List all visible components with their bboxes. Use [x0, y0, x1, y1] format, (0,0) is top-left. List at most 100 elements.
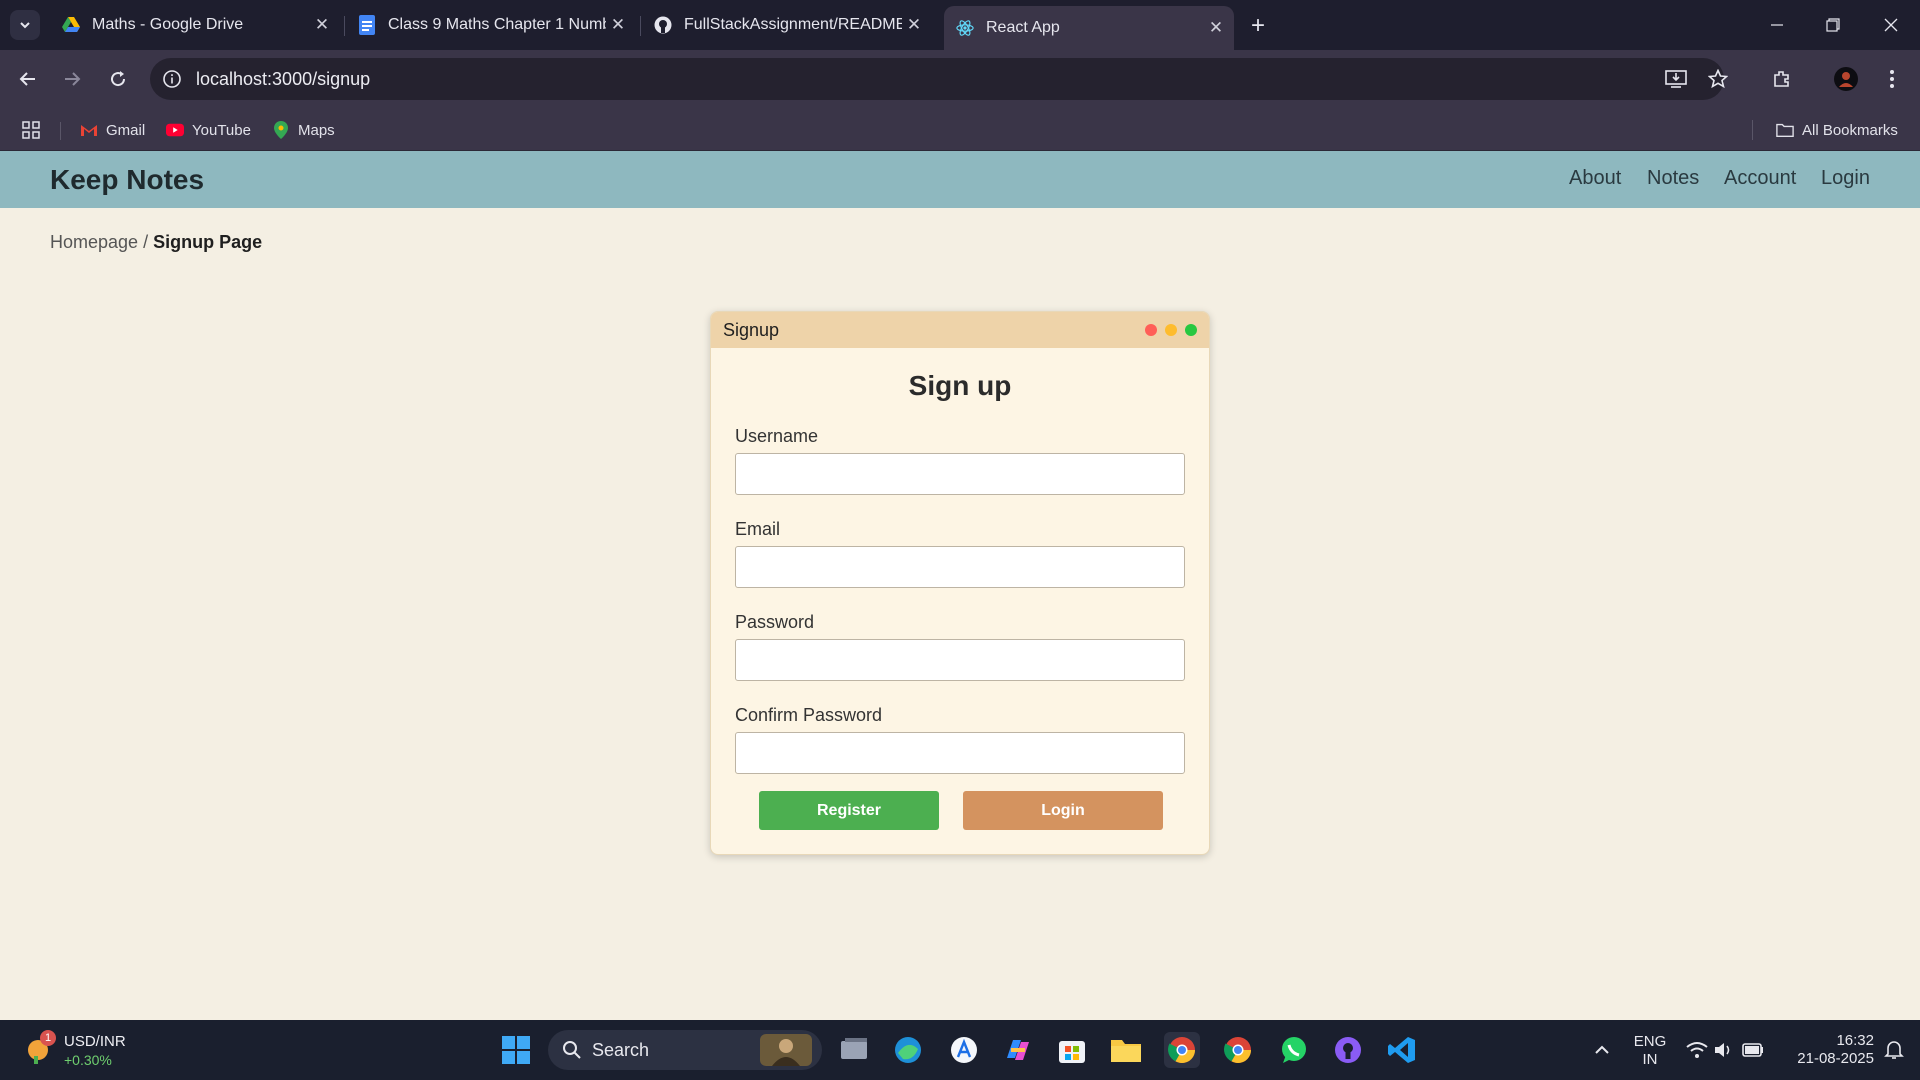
tab-class9-maths[interactable]: Class 9 Maths Chapter 1 Numbe ✕: [346, 8, 636, 42]
minimize-icon: [1771, 24, 1783, 26]
tab-search-button[interactable]: [10, 10, 40, 40]
new-tab-button[interactable]: +: [1244, 12, 1272, 40]
username-input[interactable]: [735, 453, 1185, 495]
start-button[interactable]: [498, 1032, 534, 1068]
install-app-button[interactable]: [1660, 63, 1692, 95]
profile-button[interactable]: [1830, 63, 1862, 95]
bookmark-label: YouTube: [192, 121, 251, 139]
show-hidden-icons-button[interactable]: [1584, 1032, 1620, 1068]
brand-logo[interactable]: Keep Notes: [50, 164, 204, 196]
folder-icon: [1776, 121, 1794, 139]
tab-google-drive[interactable]: Maths - Google Drive ✕: [50, 8, 340, 42]
bookmark-youtube[interactable]: YouTube: [166, 118, 251, 142]
notifications-button[interactable]: [1876, 1032, 1912, 1068]
github-desktop-icon: [1335, 1037, 1361, 1063]
youtube-icon: [166, 121, 184, 139]
breadcrumb-home[interactable]: Homepage: [50, 232, 138, 252]
search-label: Search: [592, 1039, 650, 1060]
close-icon[interactable]: ✕: [310, 13, 334, 37]
nav-link-notes[interactable]: Notes: [1647, 167, 1699, 190]
taskbar-whatsapp[interactable]: [1276, 1032, 1312, 1068]
google-drive-icon: [62, 16, 80, 34]
language-indicator[interactable]: ENG IN: [1630, 1033, 1670, 1069]
email-input[interactable]: [735, 546, 1185, 588]
reload-button[interactable]: [102, 63, 134, 95]
minimize-button[interactable]: [1762, 10, 1792, 40]
forward-button[interactable]: [56, 63, 88, 95]
taskbar-chrome-active[interactable]: [1164, 1032, 1200, 1068]
taskbar-file-explorer[interactable]: [1108, 1032, 1144, 1068]
tab-github-readme[interactable]: FullStackAssignment/README.r ✕: [642, 8, 932, 42]
card-header-title: Signup: [723, 319, 780, 340]
email-label: Email: [735, 519, 781, 539]
task-view-button[interactable]: [836, 1032, 872, 1068]
restore-button[interactable]: [1818, 10, 1848, 40]
taskbar-microsoft-store[interactable]: [1054, 1032, 1090, 1068]
taskbar-edge[interactable]: [890, 1032, 926, 1068]
taskbar-app-store[interactable]: [946, 1032, 982, 1068]
arrow-left-icon: [19, 72, 35, 86]
login-button[interactable]: Login: [963, 791, 1163, 830]
nav-link-account[interactable]: Account: [1724, 167, 1796, 190]
browser-toolbar: localhost:3000/signup: [0, 50, 1920, 108]
react-icon: [956, 19, 974, 37]
taskbar-github-desktop[interactable]: [1330, 1032, 1366, 1068]
google-docs-icon: [358, 15, 376, 35]
search-icon: [563, 1041, 581, 1059]
taskbar-vscode[interactable]: [1384, 1032, 1420, 1068]
tab-title: FullStackAssignment/README.r: [684, 16, 902, 33]
extensions-button[interactable]: [1766, 63, 1798, 95]
close-icon: [1884, 18, 1898, 32]
nav-link-about[interactable]: About: [1569, 167, 1621, 190]
apps-button[interactable]: [22, 118, 40, 142]
breadcrumb-current: Signup Page: [153, 232, 263, 252]
app-navbar: Keep Notes About Notes Account Login: [0, 151, 1920, 208]
info-icon[interactable]: [162, 69, 182, 89]
register-button[interactable]: Register: [759, 791, 939, 830]
chevron-down-icon: [20, 22, 30, 29]
bookmark-divider: [60, 122, 61, 140]
close-icon[interactable]: ✕: [902, 13, 926, 37]
browser-menu-button[interactable]: [1876, 63, 1908, 95]
close-icon[interactable]: ✕: [606, 13, 630, 37]
apps-grid-icon: [22, 121, 40, 139]
nav-link-login[interactable]: Login: [1821, 167, 1870, 190]
puzzle-icon: [1774, 71, 1789, 87]
task-view-icon: [841, 1038, 867, 1059]
password-input[interactable]: [735, 639, 1185, 681]
form-title: Sign up: [908, 370, 1012, 401]
address-bar[interactable]: localhost:3000/signup: [150, 58, 1724, 100]
chevron-up-icon: [1595, 1045, 1609, 1054]
ticker-widget[interactable]: 1 USD/INR +0.30%: [20, 1030, 140, 1072]
close-icon[interactable]: ✕: [1204, 16, 1228, 40]
chrome-icon: [1224, 1037, 1252, 1064]
chrome-icon: [1168, 1037, 1196, 1064]
taskbar-copilot[interactable]: [1000, 1032, 1036, 1068]
bookmarks-bar: Gmail YouTube Maps All Bookmarks: [0, 108, 1920, 151]
card-header: Signup: [711, 312, 1209, 348]
bookmark-gmail[interactable]: Gmail: [80, 118, 145, 142]
confirm-password-label: Confirm Password: [735, 705, 883, 725]
taskbar-search[interactable]: Search: [548, 1030, 822, 1070]
back-button[interactable]: [12, 63, 44, 95]
plus-icon: +: [1250, 12, 1265, 39]
bookmark-label: Maps: [298, 121, 335, 139]
taskbar-chrome-profile[interactable]: [1220, 1032, 1256, 1068]
bookmark-star-button[interactable]: [1702, 63, 1734, 95]
tab-react-app[interactable]: React App ✕: [944, 6, 1234, 50]
quick-settings-button[interactable]: [1680, 1032, 1770, 1068]
edge-icon: [895, 1037, 921, 1063]
avatar: [1834, 67, 1858, 91]
ticker-name: USD/INR: [64, 1033, 126, 1050]
confirm-password-input[interactable]: [735, 732, 1185, 774]
wifi-icon: [1686, 1042, 1708, 1058]
url-text[interactable]: localhost:3000/signup: [196, 69, 370, 90]
all-bookmarks-button[interactable]: All Bookmarks: [1776, 118, 1898, 142]
tab-title: Class 9 Maths Chapter 1 Numbe: [388, 16, 606, 33]
more-vertical-icon: [1890, 70, 1894, 88]
bookmark-maps[interactable]: Maps: [272, 118, 335, 142]
install-icon: [1665, 70, 1687, 88]
close-window-button[interactable]: [1876, 10, 1906, 40]
clock[interactable]: 16:32 21-08-2025: [1780, 1032, 1874, 1068]
search-highlight-image: [760, 1034, 812, 1066]
